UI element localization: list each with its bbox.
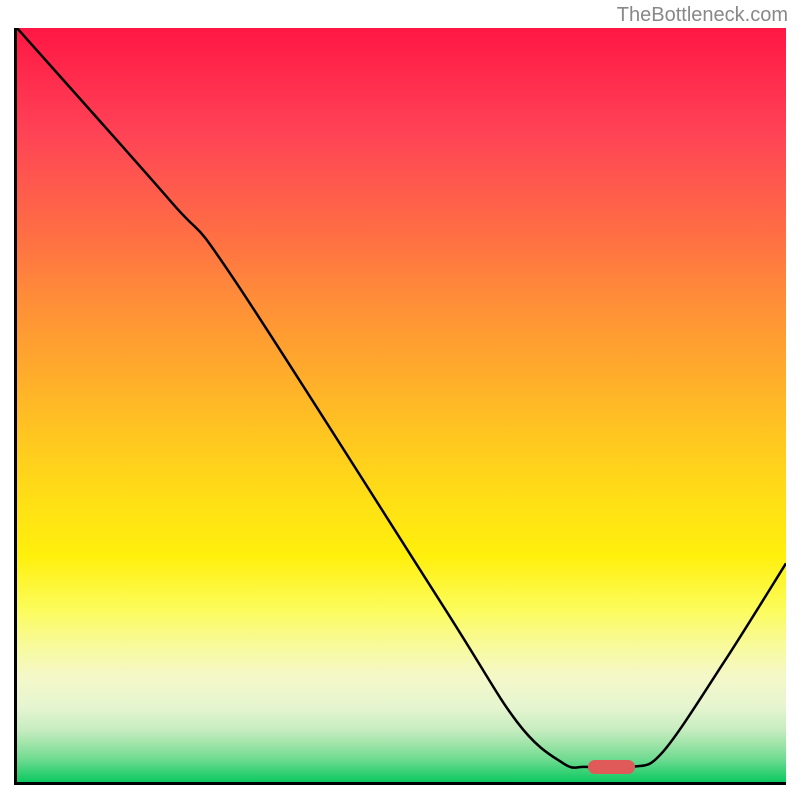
watermark-text: TheBottleneck.com — [617, 4, 788, 27]
optimal-range-marker — [588, 760, 634, 774]
chart-plot-area — [14, 28, 786, 785]
bottleneck-curve — [17, 28, 786, 782]
